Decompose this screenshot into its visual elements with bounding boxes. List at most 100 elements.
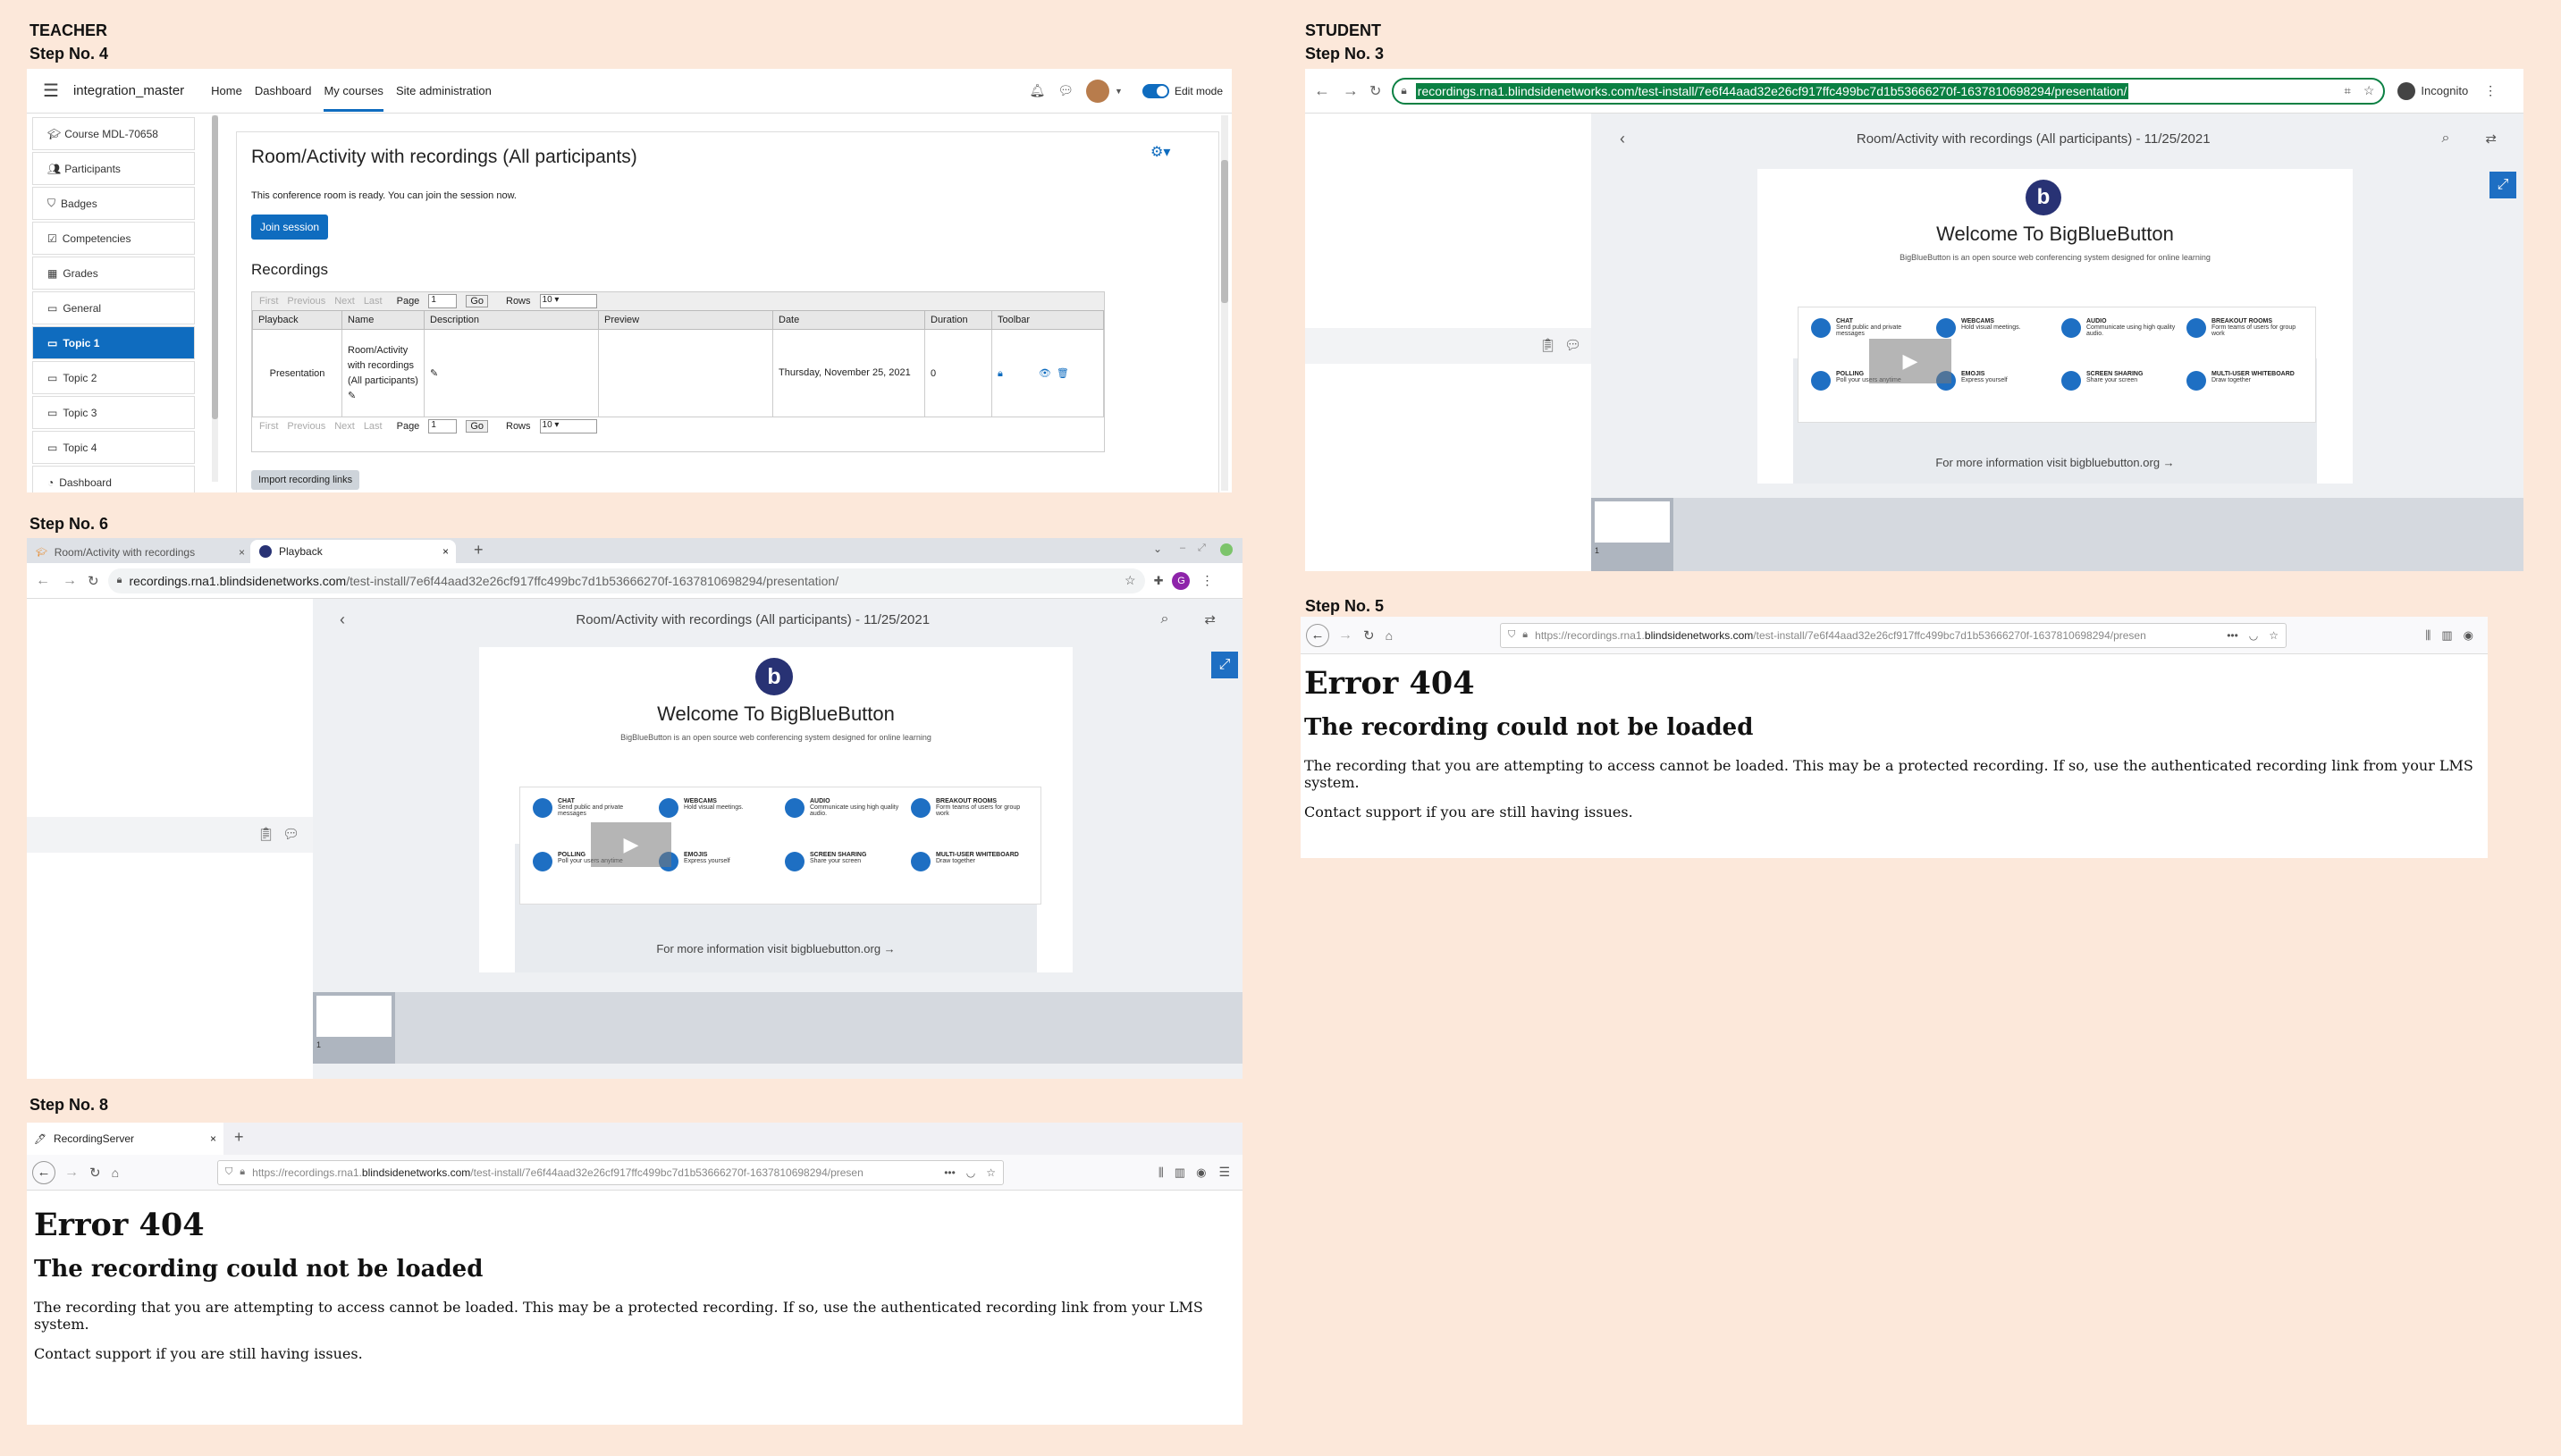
fullscreen-icon[interactable]: ⤢ bbox=[1211, 652, 1238, 678]
thumbnail-item[interactable]: 1 bbox=[1591, 498, 1673, 571]
pager-next[interactable]: Next bbox=[334, 296, 355, 307]
forward-icon[interactable]: → bbox=[1338, 627, 1352, 644]
qr-icon[interactable]: ⌗ bbox=[2345, 84, 2351, 98]
rows-select[interactable]: 10 ▾ bbox=[539, 419, 597, 433]
incognito-label[interactable]: Incognito bbox=[2421, 84, 2468, 97]
home-icon[interactable]: ⌂ bbox=[112, 1166, 119, 1180]
col-toolbar[interactable]: Toolbar bbox=[991, 310, 1104, 330]
fullscreen-icon[interactable]: ⤢ bbox=[2489, 172, 2516, 198]
go-button[interactable]: Go bbox=[466, 420, 488, 433]
close-icon[interactable]: × bbox=[442, 545, 449, 558]
url-text[interactable]: recordings.rna1.blindsidenetworks.com/te… bbox=[1415, 82, 2129, 99]
nav-my-courses[interactable]: My courses bbox=[324, 70, 383, 112]
extensions-icon[interactable]: ✚ bbox=[1154, 574, 1164, 588]
sidebar-scrollbar[interactable] bbox=[212, 115, 218, 482]
new-tab-icon[interactable]: + bbox=[234, 1128, 244, 1147]
more-dots[interactable]: ••• bbox=[2227, 629, 2238, 642]
star-icon[interactable]: ☆ bbox=[986, 1166, 996, 1179]
col-description[interactable]: Description bbox=[424, 310, 599, 330]
forward-icon[interactable]: → bbox=[64, 1165, 79, 1181]
sidebar-item-course[interactable]: 🎓︎ Course MDL-70658 bbox=[32, 117, 195, 150]
pager-last[interactable]: Last bbox=[364, 296, 383, 307]
close-icon[interactable]: × bbox=[210, 1132, 216, 1145]
kebab-menu-icon[interactable]: ⋮ bbox=[1200, 573, 1213, 588]
reload-icon[interactable]: ↻ bbox=[89, 1165, 101, 1181]
reload-icon[interactable]: ↻ bbox=[1369, 82, 1381, 100]
library-icon[interactable]: ⫼ bbox=[1158, 1166, 1164, 1180]
sidebar-item-participants[interactable]: 👥︎ Participants bbox=[32, 152, 195, 185]
pencil-icon[interactable]: ✎ bbox=[348, 391, 356, 401]
star-icon[interactable]: ☆ bbox=[1125, 573, 1136, 588]
close-window-icon[interactable] bbox=[1220, 543, 1233, 556]
page-scrollbar[interactable] bbox=[1221, 115, 1228, 491]
address-bar[interactable]: 🔒︎ recordings.rna1.blindsidenetworks.com… bbox=[1392, 77, 2386, 105]
new-tab-icon[interactable]: + bbox=[474, 541, 484, 560]
more-info-link[interactable]: For more information visit bigbluebutton… bbox=[479, 942, 1073, 955]
tab-playback[interactable]: Playback × bbox=[250, 540, 456, 563]
reload-icon[interactable]: ↻ bbox=[88, 573, 99, 589]
sidebar-item-general[interactable]: ▭ General bbox=[32, 291, 195, 324]
sidebar-icon[interactable]: ▥ bbox=[2441, 628, 2452, 643]
pager-last[interactable]: Last bbox=[364, 421, 383, 432]
sidebar-item-dashboard[interactable]: ◔ Dashboard bbox=[32, 466, 195, 492]
nav-site-admin[interactable]: Site administration bbox=[396, 84, 492, 97]
lock-icon[interactable]: 🔒︎ bbox=[998, 368, 1003, 379]
sidebar-item-topic-3[interactable]: ▭ Topic 3 bbox=[32, 396, 195, 429]
page-input[interactable]: 1 bbox=[428, 419, 458, 433]
address-bar[interactable]: ⛉ 🔒︎ https://recordings.rna1. blindsidene… bbox=[217, 1159, 1005, 1185]
play-icon[interactable]: ▶ bbox=[591, 822, 671, 867]
menu-icon[interactable]: ☰ bbox=[43, 80, 59, 102]
star-icon[interactable]: ☆ bbox=[2363, 83, 2375, 98]
pager-first[interactable]: First bbox=[259, 296, 278, 307]
nav-home[interactable]: Home bbox=[211, 84, 242, 97]
tab-recordingserver[interactable]: 🖊︎ RecordingServer × bbox=[27, 1123, 223, 1155]
back-icon[interactable]: ← bbox=[32, 1160, 55, 1184]
chat-icon[interactable]: 💬︎ bbox=[1057, 83, 1074, 98]
swap-icon[interactable]: ⇄ bbox=[2485, 130, 2497, 147]
trash-icon[interactable]: 🗑︎ bbox=[1057, 368, 1069, 379]
close-icon[interactable]: × bbox=[239, 546, 245, 559]
back-icon[interactable]: ← bbox=[1314, 81, 1330, 100]
col-duration[interactable]: Duration bbox=[924, 310, 992, 330]
sidebar-item-topic-1[interactable]: ▭ Topic 1 bbox=[32, 326, 195, 359]
library-icon[interactable]: ⫼ bbox=[2425, 628, 2430, 643]
search-icon[interactable]: ⌕ bbox=[1160, 611, 1168, 627]
bell-icon[interactable]: 🔔︎ bbox=[1029, 83, 1045, 98]
join-session-button[interactable]: Join session bbox=[251, 215, 329, 240]
play-icon[interactable]: ▶ bbox=[1869, 339, 1951, 383]
sidebar-item-competencies[interactable]: ☑ Competencies bbox=[32, 222, 195, 255]
col-preview[interactable]: Preview bbox=[598, 310, 773, 330]
col-name[interactable]: Name bbox=[341, 310, 425, 330]
pager-next[interactable]: Next bbox=[334, 421, 355, 432]
col-date[interactable]: Date bbox=[772, 310, 925, 330]
tab-list-icon[interactable]: ⌄ bbox=[1153, 543, 1162, 555]
clipboard-icon[interactable]: 📋︎ bbox=[257, 826, 274, 842]
forward-icon[interactable]: → bbox=[1343, 81, 1359, 100]
more-info-link[interactable]: For more information visit bigbluebutton… bbox=[1757, 456, 2353, 469]
site-name[interactable]: integration_master bbox=[73, 83, 184, 98]
search-icon[interactable]: ⌕ bbox=[2441, 130, 2449, 147]
back-icon[interactable]: ← bbox=[1306, 623, 1329, 647]
nav-dashboard[interactable]: Dashboard bbox=[255, 84, 312, 97]
forward-icon[interactable]: → bbox=[63, 573, 77, 589]
rows-select[interactable]: 10 ▾ bbox=[539, 294, 597, 308]
import-recording-links-button[interactable]: Import recording links bbox=[251, 470, 360, 490]
star-icon[interactable]: ☆ bbox=[2269, 629, 2279, 642]
account-icon[interactable]: ◉ bbox=[2464, 628, 2473, 643]
back-icon[interactable]: ← bbox=[36, 573, 50, 589]
swap-icon[interactable]: ⇄ bbox=[1204, 611, 1216, 627]
tab-room[interactable]: 🎓︎ Room/Activity with recordings × bbox=[36, 542, 250, 563]
chat-icon[interactable]: 💬︎ bbox=[1564, 337, 1581, 353]
kebab-menu-icon[interactable]: ⋮ bbox=[2484, 83, 2497, 98]
address-bar[interactable]: 🔒︎ recordings.rna1.blindsidenetworks.com… bbox=[107, 568, 1145, 593]
sidebar-item-badges[interactable]: ⛉ Badges bbox=[32, 187, 195, 220]
sidebar-item-grades[interactable]: ▦ Grades bbox=[32, 257, 195, 290]
gear-icon[interactable]: ⚙▾ bbox=[1150, 143, 1170, 161]
sidebar-icon[interactable]: ▥ bbox=[1175, 1166, 1185, 1180]
home-icon[interactable]: ⌂ bbox=[1386, 628, 1393, 643]
pencil-icon[interactable]: ✎ bbox=[430, 368, 438, 379]
pocket-icon[interactable]: ◡ bbox=[966, 1166, 975, 1179]
more-dots[interactable]: ••• bbox=[944, 1166, 956, 1179]
pager-previous[interactable]: Previous bbox=[287, 421, 325, 432]
playback-link[interactable]: Presentation bbox=[252, 329, 342, 417]
